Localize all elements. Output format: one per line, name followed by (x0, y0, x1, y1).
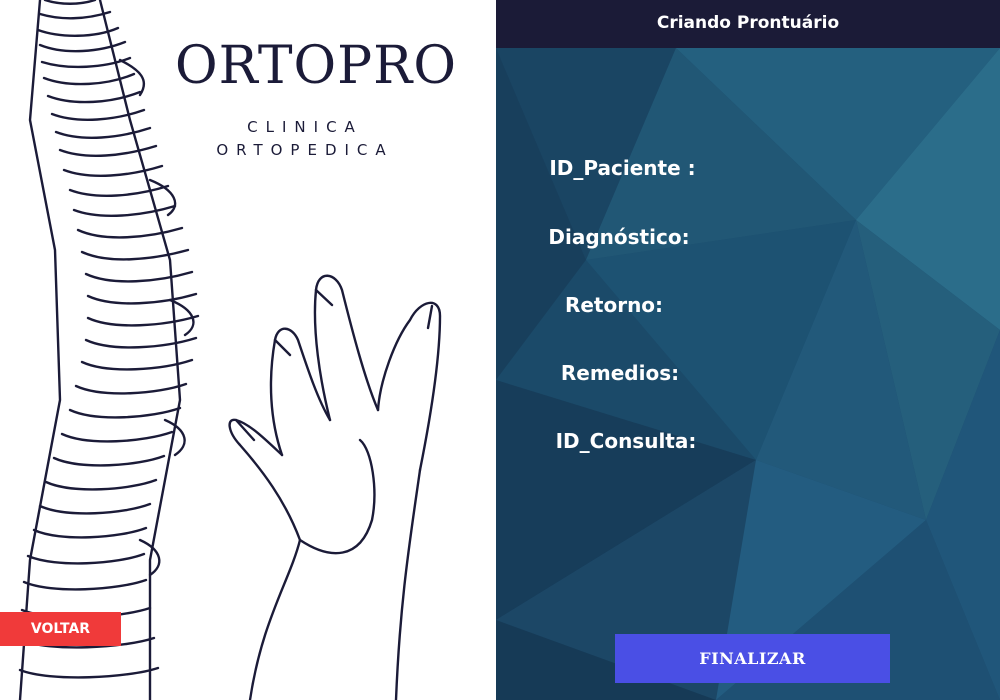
brand-panel: ORTOPRO CLINICA ORTOPEDICA VOLTAR (0, 0, 496, 700)
back-button[interactable]: VOLTAR (0, 612, 121, 646)
brand-name: ORTOPRO (175, 36, 457, 96)
field-id-paciente[interactable]: ID_Paciente : (534, 155, 711, 181)
field-diagnostico[interactable]: Diagnóstico: (514, 224, 724, 250)
spine-illustration (18, 0, 442, 700)
brand-subtitle-line1: CLINICA (247, 118, 363, 136)
field-id-consulta[interactable]: ID_Consulta: (536, 428, 716, 454)
form-panel: Criando Prontuário ID_Paciente : Diagnós… (496, 0, 1000, 700)
finish-button[interactable]: FINALIZAR (615, 634, 890, 683)
field-remedios[interactable]: Remedios: (550, 360, 690, 386)
brand-subtitle-line2: ORTOPEDICA (216, 141, 394, 159)
field-retorno[interactable]: Retorno: (554, 292, 674, 318)
form-title: Criando Prontuário (496, 0, 1000, 48)
polygon-background (496, 0, 1000, 700)
